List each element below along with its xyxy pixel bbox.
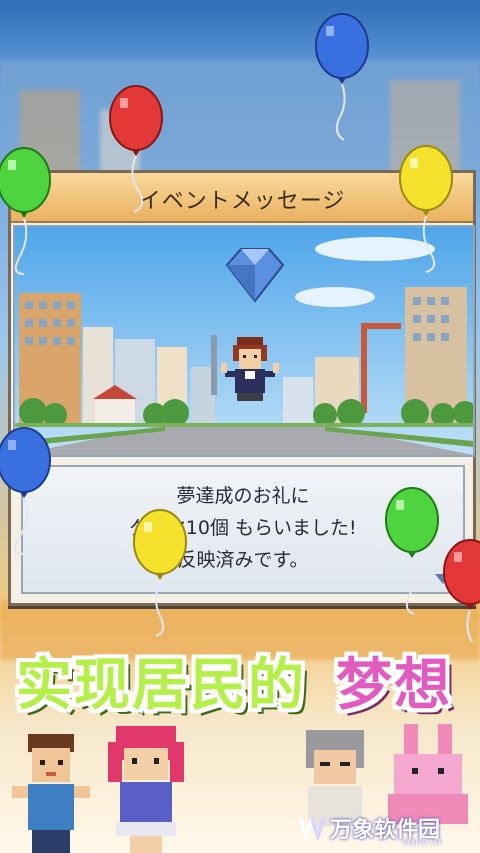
balloon-yellow-icon [399, 145, 453, 273]
watermark-logo-icon [298, 817, 326, 840]
balloon-blue-icon [315, 13, 369, 141]
character-boy-icon [12, 734, 90, 853]
character-girl-icon [108, 726, 184, 853]
balloon-red-icon [109, 85, 163, 213]
balloon-yellow-icon [133, 509, 187, 637]
banner-main-text: 实现居民的 [16, 653, 306, 718]
watermark-logo: 万象软件园 WXHD.VIP [292, 808, 472, 850]
balloon-blue-icon [0, 427, 51, 555]
promo-banner: 实现居民的 梦想 [0, 640, 480, 730]
watermark-subtext: WXHD.VIP [402, 838, 443, 847]
balloon-green-icon [0, 147, 51, 275]
banner-accent-text: 梦想 [336, 653, 452, 718]
balloon-green-icon [385, 487, 439, 615]
